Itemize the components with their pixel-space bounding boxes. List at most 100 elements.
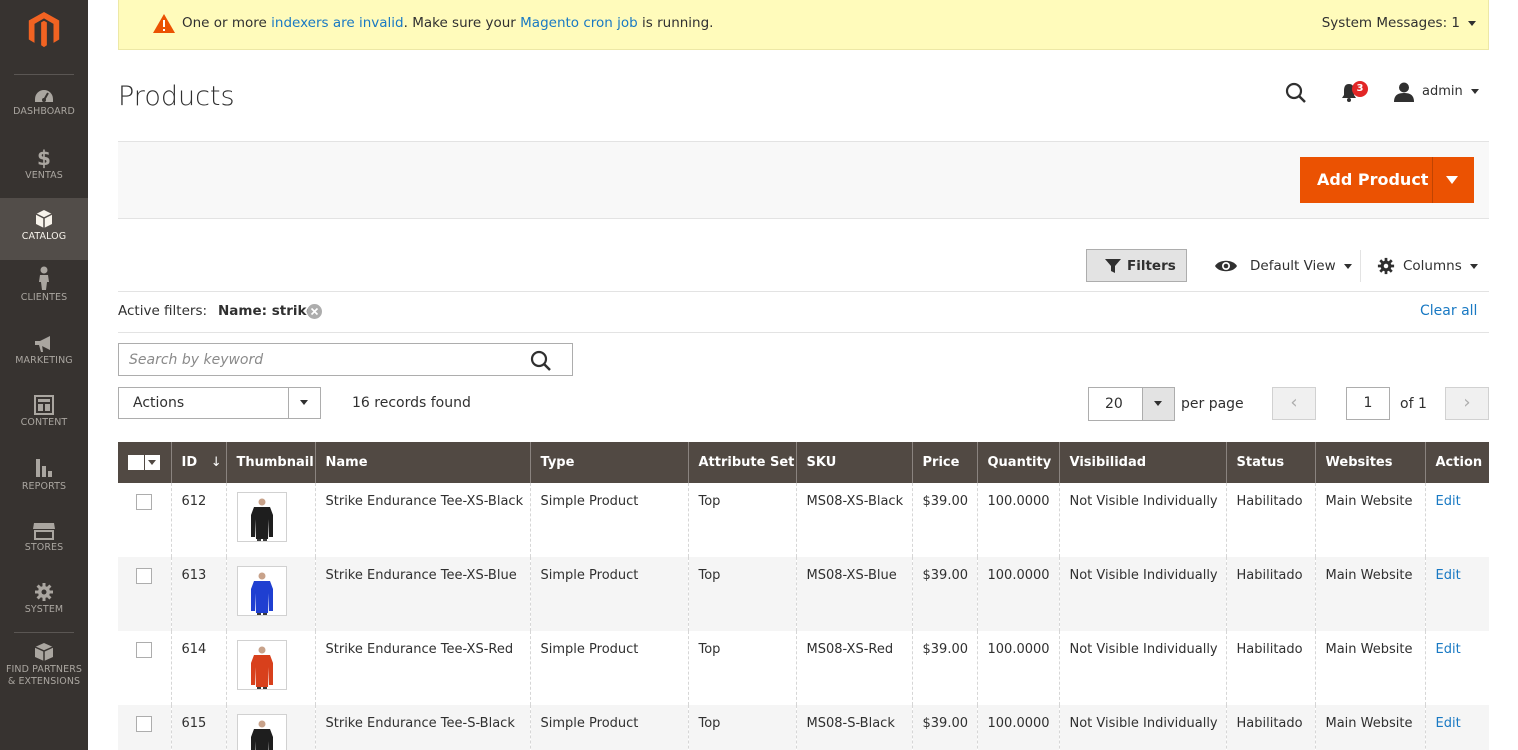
nav-label: CLIENTES (20, 292, 68, 303)
select-all-checkbox[interactable] (128, 454, 144, 470)
actions-label: Actions (133, 395, 185, 411)
mass-actions-select[interactable]: Actions (118, 387, 321, 419)
product-thumbnail[interactable] (236, 640, 287, 690)
per-page-select[interactable]: 20 (1088, 387, 1175, 421)
magento-logo[interactable] (26, 11, 62, 49)
per-page-toggle[interactable] (1142, 388, 1174, 420)
column-header-attribute-set[interactable]: Attribute Set (687, 442, 796, 483)
column-header-status[interactable]: Status (1225, 442, 1315, 483)
row-checkbox[interactable] (136, 568, 152, 584)
keyword-search (118, 343, 573, 376)
cell-status-value: Habilitado (1236, 568, 1303, 583)
system-messages-toggle[interactable]: System Messages: 1 (1322, 15, 1476, 31)
remove-filter-icon[interactable] (307, 304, 322, 319)
table-row[interactable]: 613 Strike Endurance Tee-XS-Blue Simple Pr… (118, 557, 1489, 631)
previous-page-button[interactable]: ‹ (1272, 387, 1316, 420)
search-icon[interactable] (1285, 82, 1307, 104)
column-header-websites[interactable]: Websites (1314, 442, 1425, 483)
chevron-down-icon (1468, 20, 1476, 26)
cell-status-value: Habilitado (1236, 642, 1303, 657)
dashboard-icon (35, 90, 53, 102)
cell-visibility-value: Not Visible Individually (1069, 568, 1218, 583)
chevron-down-icon (1343, 263, 1352, 269)
nav-system[interactable]: SYSTEM (0, 582, 88, 644)
cell-action: Edit (1424, 705, 1489, 750)
columns-text: Columns (1403, 258, 1462, 274)
dollar-icon: $ (36, 146, 52, 170)
filters-button[interactable]: Filters (1086, 249, 1187, 282)
cell-quantity-value: 100.0000 (987, 568, 1050, 583)
nav-dashboard[interactable]: DASHBOARD (0, 88, 88, 150)
edit-link[interactable]: Edit (1436, 568, 1461, 583)
nav-catalog[interactable]: CATALOG (0, 198, 88, 260)
cell-name-value: Strike Endurance Tee-XS-Black (325, 494, 524, 509)
row-checkbox[interactable] (136, 494, 152, 510)
nav-content[interactable]: CONTENT (0, 395, 88, 457)
column-header-visibility[interactable]: Visibilidad (1058, 442, 1226, 483)
nav-find-partners[interactable]: FIND PARTNERS & EXTENSIONS (0, 642, 88, 702)
cell-thumbnail (225, 557, 315, 631)
user-icon[interactable] (1393, 82, 1415, 102)
indexers-link[interactable]: indexers are invalid (271, 15, 403, 31)
mass-select-dropdown[interactable] (145, 454, 160, 470)
row-checkbox[interactable] (136, 716, 152, 732)
grid-body: 612 Strike Endurance Tee-XS-Black Simple P… (118, 483, 1489, 750)
add-product-button[interactable]: Add Product (1300, 157, 1474, 203)
divider (118, 332, 1489, 333)
system-messages-label: System Messages: 1 (1321, 15, 1460, 31)
column-header-type[interactable]: Type (529, 442, 688, 483)
page-number-input[interactable]: 1 (1346, 387, 1390, 420)
cell-attribute-set: Top (687, 705, 796, 750)
admin-user-menu[interactable]: admin (1422, 84, 1479, 99)
username: admin (1422, 84, 1463, 99)
cron-job-link[interactable]: Magento cron job (520, 15, 638, 31)
column-header-id[interactable]: ID ↓ (170, 442, 226, 483)
next-page-button[interactable]: › (1445, 387, 1489, 420)
toolbar-divider (1360, 250, 1361, 282)
nav-reports[interactable]: REPORTS (0, 457, 88, 519)
active-filters-label: Active filters: (118, 303, 208, 319)
column-header-sku[interactable]: SKU (795, 442, 912, 483)
search-icon[interactable] (530, 350, 552, 372)
chevron-down-icon (148, 459, 156, 465)
clear-all-link[interactable]: Clear all (1420, 303, 1477, 319)
column-header-name[interactable]: Name (314, 442, 530, 483)
table-row[interactable]: 612 Strike Endurance Tee-XS-Black Simple P… (118, 483, 1489, 557)
actions-dropdown-toggle[interactable] (288, 388, 320, 418)
nav-label: DASHBOARD (13, 106, 75, 117)
product-thumbnail[interactable] (236, 714, 287, 750)
nav-label: SYSTEM (24, 604, 64, 615)
column-header-quantity[interactable]: Quantity (976, 442, 1059, 483)
row-checkbox[interactable] (136, 642, 152, 658)
nav-clientes[interactable]: CLIENTES (0, 266, 88, 328)
eye-icon (1215, 260, 1237, 272)
product-thumbnail[interactable] (236, 492, 287, 542)
table-row[interactable]: 615 Strike Endurance Tee-S-Black Simple Pr… (118, 705, 1489, 750)
product-thumbnail[interactable] (236, 566, 287, 616)
partners-icon (34, 643, 54, 661)
nav-label: CONTENT (20, 417, 68, 428)
cell-name-value: Strike Endurance Tee-XS-Red (325, 642, 514, 657)
nav-stores[interactable]: STORES (0, 522, 88, 584)
cell-price-value: $39.00 (922, 494, 969, 509)
search-input[interactable] (129, 350, 509, 370)
cell-status-value: Habilitado (1236, 716, 1303, 731)
products-grid: ID ↓ Thumbnail Name Type Attribute Set S… (118, 442, 1489, 750)
edit-link[interactable]: Edit (1436, 716, 1461, 731)
mass-select-header[interactable] (118, 442, 171, 483)
edit-link[interactable]: Edit (1436, 642, 1461, 657)
system-message-bar: One or more indexers are invalid. Make s… (118, 0, 1489, 50)
column-header-price[interactable]: Price (911, 442, 977, 483)
cell-quantity: 100.0000 (976, 483, 1059, 557)
mass-select-control[interactable] (128, 454, 160, 471)
layout-icon (34, 395, 54, 415)
cell-type-value: Simple Product (540, 716, 639, 731)
cell-websites-value: Main Website (1325, 642, 1413, 657)
add-product-dropdown-icon[interactable] (1446, 176, 1458, 184)
edit-link[interactable]: Edit (1436, 494, 1461, 509)
default-view-text: Default View (1250, 258, 1336, 274)
nav-marketing[interactable]: MARKETING (0, 335, 88, 397)
table-row[interactable]: 614 Strike Endurance Tee-XS-Red Simple Pro… (118, 631, 1489, 705)
cell-attribute-set: Top (687, 483, 796, 557)
cell-type-value: Simple Product (540, 494, 639, 509)
